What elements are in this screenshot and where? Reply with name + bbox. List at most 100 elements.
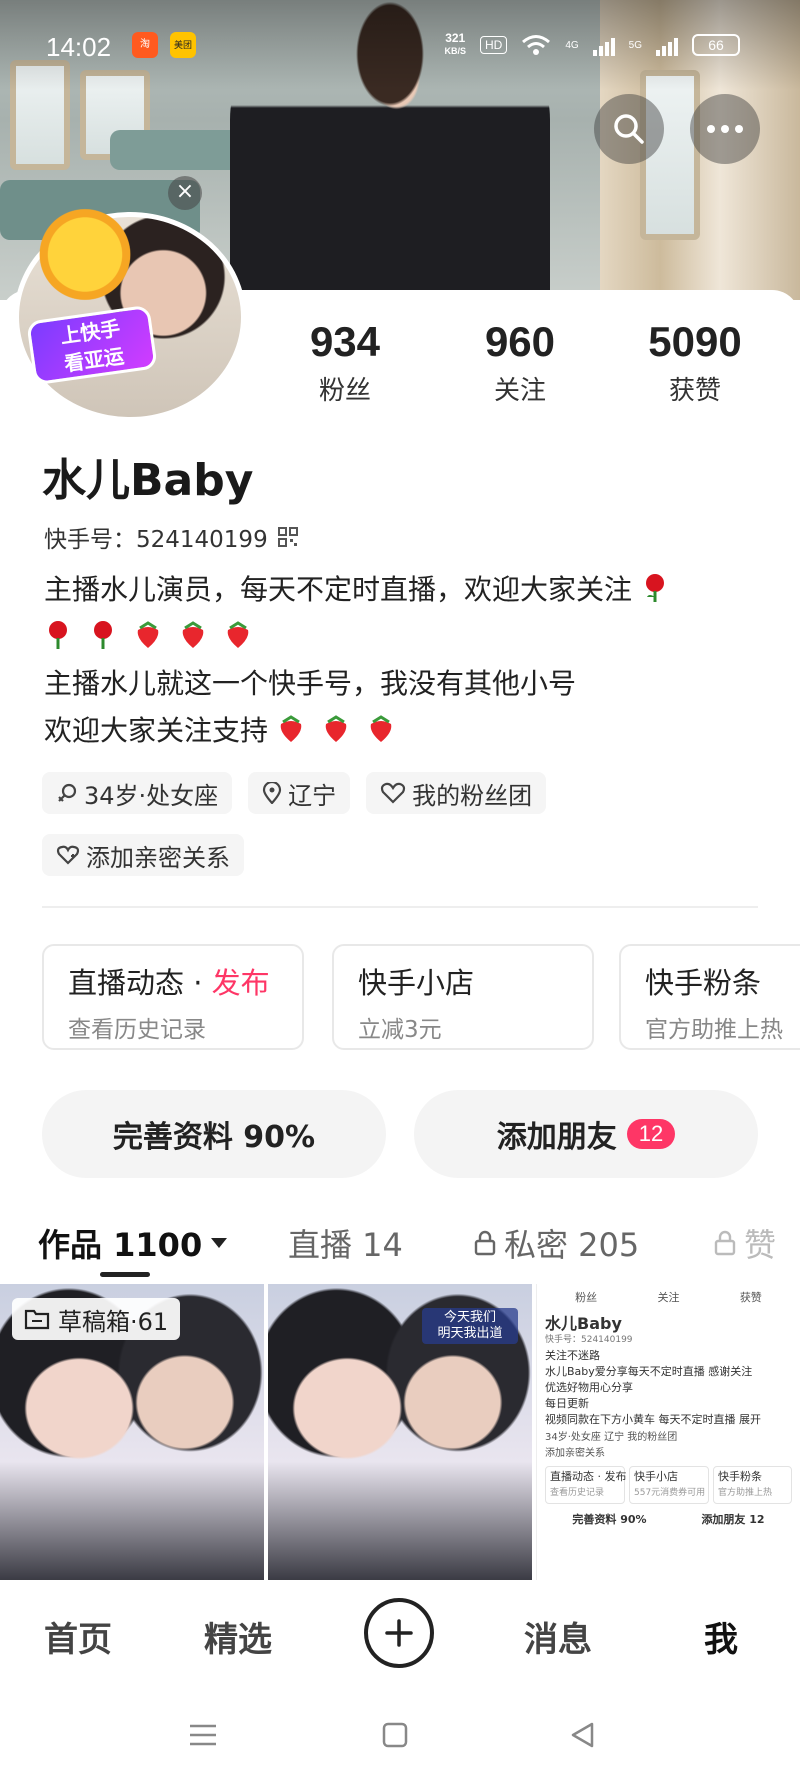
bio-line-4-text: 欢迎大家关注支持 [44,714,269,747]
network-speed-value: 321 [445,31,466,45]
likes-stat[interactable]: 5090 获赞 [620,318,770,407]
nav-messages[interactable]: 消息 [524,1612,592,1661]
signal-icon [592,34,615,56]
search-button[interactable] [594,94,664,164]
close-mascot-button[interactable]: × [168,176,202,210]
lock-icon [714,1230,736,1256]
strawberry-emoji-icon [227,621,248,648]
kuaishou-id[interactable]: 快手号：524140199 [44,520,298,554]
shot-chips: 34岁·处女座 辽宁 我的粉丝团 [545,1432,678,1443]
location-chip[interactable]: 辽宁 [248,772,351,814]
fan-club-chip[interactable]: 我的粉丝团 [366,772,547,814]
video-thumbnail[interactable]: 草稿箱·61 [0,1284,264,1580]
rose-emoji-icon [49,621,67,649]
strawberry-emoji-icon [182,621,204,648]
profile-stats: 934 粉丝 960 关注 5090 获赞 [270,318,770,407]
live-updates-title-text: 直播动态 · [68,966,212,1000]
menu-icon[interactable] [188,1720,218,1750]
rose-emoji-icon [93,621,112,649]
add-relation-text: 添加亲密关系 [86,843,230,872]
complete-profile-button[interactable]: 完善资料 90% [42,1090,386,1178]
drafts-badge[interactable]: 草稿箱·61 [12,1298,181,1340]
asian-games-mascot-icon[interactable] [30,205,140,315]
status-time: 14:02 [46,32,112,62]
shot-card-sub: 查看历史记录 [550,1488,605,1498]
shot-line: 关注不迷路 [545,1349,600,1362]
following-label: 关注 [493,376,546,406]
tab-private[interactable]: 私密 205 [474,1220,639,1266]
works-grid: 草稿箱·61 今天我们 明天我出道 粉丝 关注 获赞 水儿Baby 快手号：52… [0,1284,800,1580]
fan-club-heart-icon [381,782,406,804]
kuaishou-shop-card[interactable]: 快手小店 立减3元 [332,944,594,1050]
add-relation-chip[interactable]: 添加亲密关系 [42,834,244,876]
shot-stat: 关注 [657,1291,680,1304]
lock-icon [474,1230,496,1256]
taobao-app-icon: 淘 [132,32,158,58]
meituan-app-icon: 美团 [170,32,196,58]
video-thumbnail[interactable]: 今天我们 明天我出道 [268,1284,532,1580]
feature-cards: 直播动态 · 发布 查看历史记录 快手小店 立减3元 快手粉条 官方助推上热 [42,944,800,1050]
back-icon[interactable] [568,1720,598,1750]
status-right: 321 KB/S HD 4G 5G 66 [444,32,740,58]
hd-indicator: HD [479,36,508,54]
tab-private-label: 私密 205 [504,1226,640,1264]
following-count: 960 [484,318,556,365]
folder-icon [24,1309,50,1330]
followers-count: 934 [309,318,381,365]
tab-live-label: 直播 14 [288,1226,403,1264]
shot-card-title: 快手小店 [634,1470,678,1483]
publish-link[interactable]: 发布 [212,966,270,1000]
section-divider [42,906,758,908]
shot-card: 直播动态 · 发布 查看历史记录 [545,1466,627,1504]
qr-code-icon[interactable] [277,527,298,547]
age-zodiac-text: 34岁·处女座 [84,781,219,810]
create-button[interactable] [364,1598,434,1668]
shot-card-sub: 官方助推上热 [718,1488,773,1498]
age-zodiac-chip[interactable]: 34岁·处女座 [42,772,233,814]
shot-cards: 直播动态 · 发布 查看历史记录 快手小店 557元消费券可用 快手粉条官方助推上热 [545,1462,792,1504]
shot-card-sub: 557元消费券可用 [634,1488,706,1498]
followers-stat[interactable]: 934 粉丝 [270,318,420,407]
nav-me[interactable]: 我 [704,1612,738,1661]
wifi-icon [522,35,551,55]
shot-line: 视频同款在下方小黄车 每天不定时直播 展开 [545,1413,761,1426]
shot-card-title: 快手粉条 [718,1470,762,1483]
female-gender-icon [58,783,77,802]
video-thumbnail-screenshot[interactable]: 粉丝 关注 获赞 水儿Baby 快手号：524140199 关注不迷路 水儿Ba… [536,1284,800,1580]
more-button[interactable] [690,94,760,164]
bio-line-1-text: 主播水儿演员，每天不定时直播，欢迎大家关注 [44,573,633,606]
caret-down-icon[interactable] [210,1237,228,1249]
nav-featured[interactable]: 精选 [204,1612,272,1661]
shot-btn: 添加朋友 12 [701,1513,765,1526]
tab-works[interactable]: 作品 1100 [38,1220,228,1266]
shot-card: 快手粉条官方助推上热 [713,1466,792,1504]
relation-heart-icon [56,845,80,865]
following-stat[interactable]: 960 关注 [445,318,595,407]
shot-relation: 添加亲密关系 [545,1448,605,1459]
live-updates-card[interactable]: 直播动态 · 发布 查看历史记录 [42,944,304,1050]
shot-btn: 完善资料 90% [572,1513,647,1526]
complete-profile-label: 完善资料 90% [112,1120,316,1155]
followers-label: 粉丝 [318,376,371,406]
shot-card-title: 直播动态 · 发布 [550,1470,627,1483]
bio-line-1: 主播水儿演员，每天不定时直播，欢迎大家关注 [44,566,764,613]
shot-name: 水儿Baby [545,1314,622,1333]
location-text: 辽宁 [288,781,337,810]
live-updates-title: 直播动态 · 发布 [68,960,278,1002]
profile-bio[interactable]: 主播水儿演员，每天不定时直播，欢迎大家关注 主播水儿就这一个快手号，我没有其他小… [44,566,764,754]
nav-home[interactable]: 首页 [44,1612,112,1661]
tab-likes[interactable]: 赞 [714,1220,776,1266]
shot-buttons: 完善资料 90% 添加朋友 12 [545,1512,792,1528]
content-tabs: 作品 1100 直播 14 私密 205 赞 [0,1210,800,1276]
drafts-label: 草稿箱·61 [58,1307,169,1336]
bio-line-4: 欢迎大家关注支持 [44,707,764,754]
network-speed-unit: KB/S [444,46,466,56]
strawberry-emoji-icon [280,715,302,742]
kuaishou-promote-card[interactable]: 快手粉条 官方助推上热 [619,944,800,1050]
add-friends-button[interactable]: 添加朋友 12 [414,1090,758,1178]
plus-icon [385,1619,413,1647]
home-square-icon[interactable] [380,1720,410,1750]
tab-live[interactable]: 直播 14 [288,1220,403,1266]
kuaishou-promote-title: 快手粉条 [645,966,762,1000]
kuaishou-shop-subtitle: 立减3元 [358,1017,442,1043]
